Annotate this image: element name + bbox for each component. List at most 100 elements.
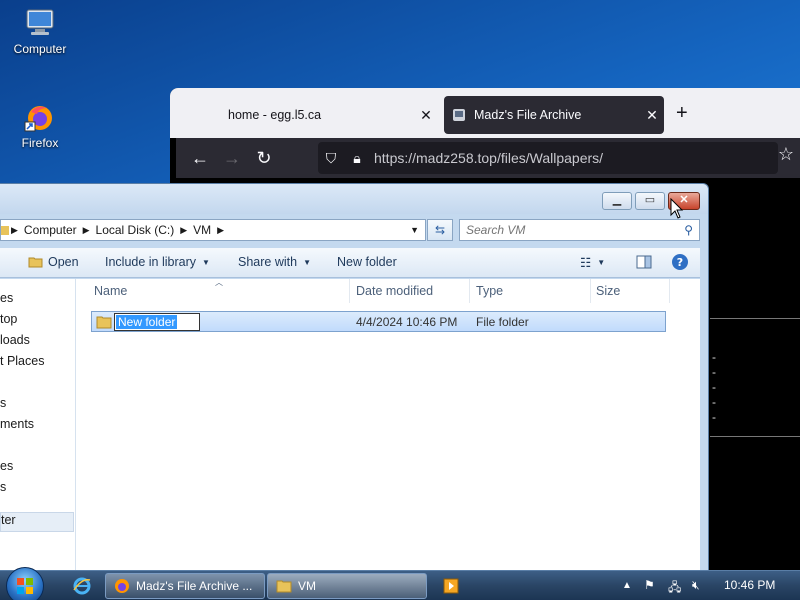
column-separator[interactable] xyxy=(669,279,670,303)
desktop-icon-label: Computer xyxy=(13,42,67,56)
view-options-button[interactable]: ☷ ▼ xyxy=(580,255,605,270)
nav-item[interactable]: es xyxy=(0,459,13,473)
breadcrumb-vm[interactable]: VM xyxy=(189,223,215,237)
include-in-library-button[interactable]: Include in library ▼ xyxy=(105,255,210,269)
close-tab-icon[interactable]: ✕ xyxy=(640,107,664,124)
minimize-button[interactable]: ▁ xyxy=(602,192,632,210)
explorer-titlebar[interactable]: ▁ ▭ ✕ xyxy=(0,184,708,214)
explorer-toolbar: Open Include in library ▼ Share with ▼ N… xyxy=(0,248,700,278)
chevron-down-icon: ▼ xyxy=(303,257,311,267)
include-label: Include in library xyxy=(105,255,197,269)
preview-pane-button[interactable] xyxy=(636,255,652,269)
search-icon[interactable]: ⚲ xyxy=(684,223,699,237)
chevron-down-icon: ▼ xyxy=(597,258,606,267)
chevron-right-icon[interactable]: ▶ xyxy=(215,225,226,236)
sort-chevron-icon: ︿ xyxy=(215,278,223,287)
internet-explorer-icon[interactable] xyxy=(72,576,92,596)
reload-icon[interactable]: ↻ xyxy=(248,148,280,169)
taskbar: Madz's File Archive ... VM ▲ ⚑ 🖧︎ 🔇︎ 10:… xyxy=(0,567,800,600)
chevron-right-icon[interactable]: ▶ xyxy=(81,225,92,236)
windows-logo-icon xyxy=(17,578,33,594)
column-header-name[interactable]: Name xyxy=(94,279,127,303)
column-header-date-modified[interactable]: Date modified xyxy=(356,279,433,303)
row-type: File folder xyxy=(476,315,529,329)
column-header-type[interactable]: Type xyxy=(476,279,503,303)
tab-label: Madz's File Archive xyxy=(474,108,582,122)
folder-icon xyxy=(276,580,292,593)
network-icon[interactable]: 🖧︎ xyxy=(668,578,681,599)
row-date: 4/4/2024 10:46 PM xyxy=(356,315,458,329)
maximize-button[interactable]: ▭ xyxy=(635,192,665,210)
page-list-markers: ----- xyxy=(712,350,716,424)
chevron-right-icon[interactable]: ▶ xyxy=(9,225,20,236)
desktop-icon-computer[interactable]: Computer xyxy=(0,8,80,56)
bookmark-star-icon[interactable]: ☆ xyxy=(778,144,794,165)
address-bar[interactable]: ▶ Computer ▶ Local Disk (C:) ▶ VM ▶ ▼ xyxy=(0,219,426,241)
svg-text:?: ? xyxy=(677,256,683,269)
explorer-window: ▁ ▭ ✕ ▶ Computer ▶ Local Disk (C:) ▶ VM … xyxy=(0,183,709,573)
browser-tab-active[interactable]: Madz's File Archive ✕ xyxy=(444,96,664,134)
media-player-icon[interactable] xyxy=(443,578,459,594)
rename-field[interactable]: New folder xyxy=(114,313,200,331)
start-button[interactable] xyxy=(6,567,44,600)
nav-item[interactable]: s xyxy=(0,396,6,410)
row-name: New folder xyxy=(116,315,178,329)
close-tab-icon[interactable]: ✕ xyxy=(414,107,438,124)
lock-icon[interactable]: 🔒︎ xyxy=(344,150,370,167)
column-separator[interactable] xyxy=(349,279,350,303)
column-header-size[interactable]: Size xyxy=(596,279,620,303)
column-separator[interactable] xyxy=(590,279,591,303)
breadcrumb-computer[interactable]: Computer xyxy=(20,223,81,237)
task-label: Madz's File Archive ... xyxy=(136,579,253,593)
nav-item[interactable]: s xyxy=(0,480,6,494)
breadcrumb-local-disk[interactable]: Local Disk (C:) xyxy=(92,223,179,237)
nav-item[interactable]: top xyxy=(0,312,17,326)
open-label: Open xyxy=(48,255,79,269)
nav-item-selected[interactable]: ter xyxy=(0,512,74,532)
nav-item[interactable]: loads xyxy=(0,333,30,347)
page-content-lines xyxy=(710,318,800,438)
back-arrow-icon[interactable]: ← xyxy=(184,148,216,169)
flag-icon[interactable]: ⚑ xyxy=(644,578,655,592)
nav-item[interactable]: ments xyxy=(0,417,34,431)
share-label: Share with xyxy=(238,255,298,269)
show-hidden-icons-icon[interactable]: ▲ xyxy=(622,580,632,591)
browser-tab-home[interactable]: home - egg.l5.ca ✕ xyxy=(178,96,438,134)
folder-icon xyxy=(1,226,9,235)
shield-icon[interactable]: ⛉ xyxy=(318,150,344,167)
tab-label: home - egg.l5.ca xyxy=(228,108,322,122)
table-row[interactable]: New folder 4/4/2024 10:46 PM File folder xyxy=(91,311,666,332)
url-text: https://madz258.top/files/Wallpapers/ xyxy=(374,150,604,166)
taskbar-item-firefox[interactable]: Madz's File Archive ... xyxy=(105,573,265,599)
url-bar[interactable]: ⛉ 🔒︎ https://madz258.top/files/Wallpaper… xyxy=(318,142,778,174)
tab-favicon-icon xyxy=(453,109,465,121)
computer-icon xyxy=(26,9,54,35)
desktop-icon-firefox[interactable]: Firefox xyxy=(0,102,80,150)
preview-pane-icon xyxy=(636,255,652,269)
clock[interactable]: 10:46 PM xyxy=(724,578,775,592)
view-list-icon: ☷ xyxy=(580,256,592,270)
refresh-button[interactable]: ⇆ xyxy=(427,219,453,241)
share-with-button[interactable]: Share with ▼ xyxy=(238,255,311,269)
column-separator[interactable] xyxy=(469,279,470,303)
help-button[interactable]: ? xyxy=(671,253,689,271)
search-box[interactable]: ⚲ xyxy=(459,219,700,241)
new-tab-button[interactable]: + xyxy=(676,102,688,125)
taskbar-item-explorer[interactable]: VM xyxy=(267,573,427,599)
search-input[interactable] xyxy=(460,223,670,237)
forward-arrow-icon[interactable]: → xyxy=(216,148,248,169)
new-folder-button[interactable]: New folder xyxy=(337,255,397,269)
new-folder-label: New folder xyxy=(337,255,397,269)
volume-muted-icon[interactable]: 🔇︎ xyxy=(692,578,700,593)
firefox-icon xyxy=(115,579,129,593)
mouse-cursor-icon xyxy=(670,198,684,219)
nav-item[interactable]: es xyxy=(0,291,13,305)
chevron-down-icon[interactable]: ▼ xyxy=(410,225,425,235)
navigation-pane: es top loads t Places s ments es s ter xyxy=(0,279,76,573)
chevron-down-icon: ▼ xyxy=(202,257,210,267)
browser-tabstrip: home - egg.l5.ca ✕ Madz's File Archive ✕… xyxy=(170,88,800,138)
open-button[interactable]: Open xyxy=(28,255,79,269)
chevron-right-icon[interactable]: ▶ xyxy=(178,225,189,236)
folder-icon xyxy=(96,316,112,329)
nav-item[interactable]: t Places xyxy=(0,354,44,368)
